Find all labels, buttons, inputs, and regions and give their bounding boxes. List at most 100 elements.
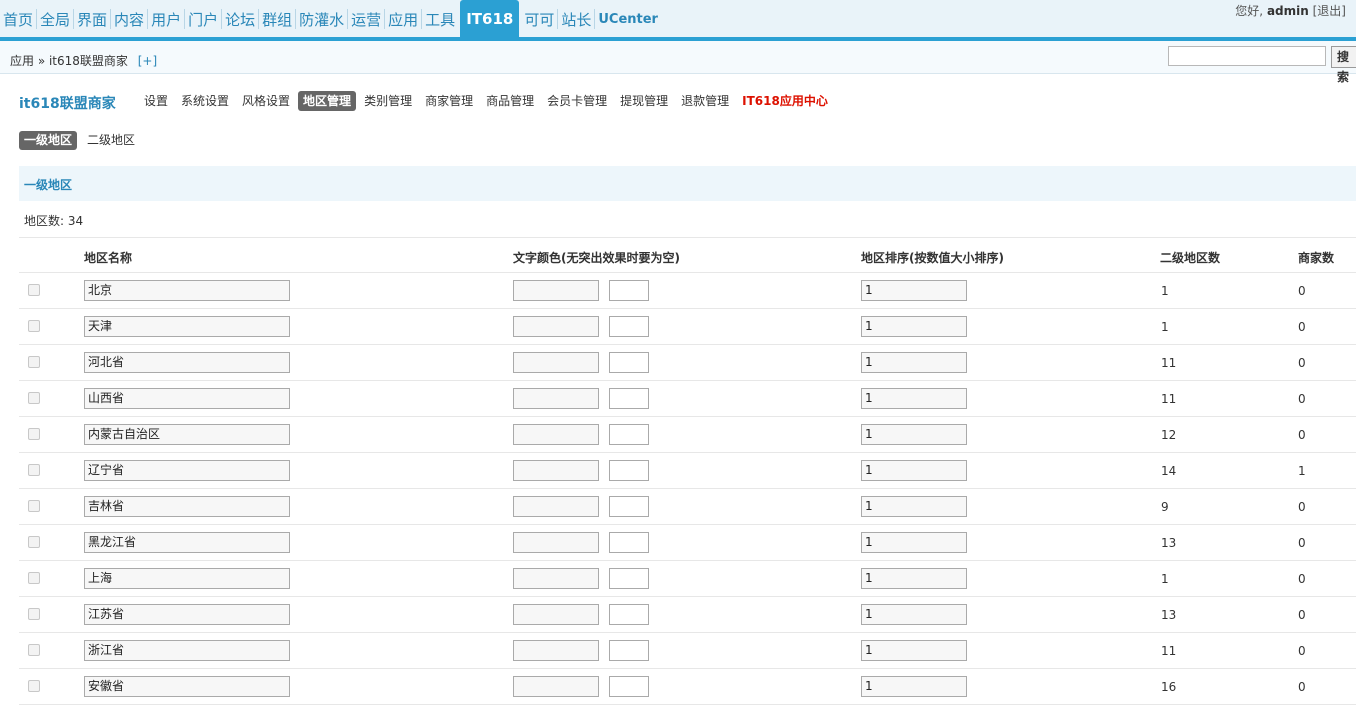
- nav-item[interactable]: 界面: [74, 0, 110, 38]
- row-checkbox[interactable]: [28, 572, 40, 584]
- nav-item[interactable]: 可可: [521, 0, 557, 38]
- text-color-input[interactable]: [513, 388, 599, 409]
- sub-region-count: 1: [1161, 284, 1169, 298]
- row-checkbox[interactable]: [28, 500, 40, 512]
- table-row: 山西省 1 11 0: [19, 381, 1356, 417]
- text-color-input[interactable]: [513, 604, 599, 625]
- color-picker[interactable]: [609, 676, 649, 697]
- plugin-title[interactable]: it618联盟商家: [19, 93, 116, 113]
- color-picker[interactable]: [609, 532, 649, 553]
- plugin-menu-item[interactable]: 退款管理: [676, 91, 734, 111]
- region-name-input[interactable]: 北京: [84, 280, 290, 301]
- nav-item[interactable]: 用户: [148, 0, 184, 38]
- nav-item[interactable]: 工具: [422, 0, 458, 38]
- plugin-menu-item[interactable]: 会员卡管理: [542, 91, 612, 111]
- region-order-input[interactable]: 1: [861, 388, 967, 409]
- region-name-input[interactable]: 河北省: [84, 352, 290, 373]
- nav-item[interactable]: 论坛: [222, 0, 258, 38]
- table-row: 北京 1 1 0: [19, 273, 1356, 309]
- region-name-input[interactable]: 辽宁省: [84, 460, 290, 481]
- color-picker[interactable]: [609, 424, 649, 445]
- nav-item[interactable]: UCenter: [595, 0, 661, 38]
- nav-item[interactable]: 运营: [348, 0, 384, 38]
- region-order-input[interactable]: 1: [861, 424, 967, 445]
- color-picker[interactable]: [609, 352, 649, 373]
- region-order-input[interactable]: 1: [861, 568, 967, 589]
- text-color-input[interactable]: [513, 568, 599, 589]
- text-color-input[interactable]: [513, 640, 599, 661]
- color-picker[interactable]: [609, 568, 649, 589]
- region-name-input[interactable]: 黑龙江省: [84, 532, 290, 553]
- region-order-input[interactable]: 1: [861, 280, 967, 301]
- text-color-input[interactable]: [513, 460, 599, 481]
- row-checkbox[interactable]: [28, 608, 40, 620]
- search-button[interactable]: 搜索: [1331, 46, 1356, 84]
- color-picker[interactable]: [609, 280, 649, 301]
- text-color-input[interactable]: [513, 352, 599, 373]
- row-checkbox[interactable]: [28, 428, 40, 440]
- region-order-input[interactable]: 1: [861, 316, 967, 337]
- region-order-input[interactable]: 1: [861, 496, 967, 517]
- row-checkbox[interactable]: [28, 356, 40, 368]
- logout-link[interactable]: [退出]: [1313, 4, 1346, 18]
- nav-item[interactable]: 首页: [0, 0, 36, 38]
- plugin-menu-item[interactable]: 商品管理: [481, 91, 539, 111]
- row-checkbox[interactable]: [28, 392, 40, 404]
- text-color-input[interactable]: [513, 532, 599, 553]
- subtab[interactable]: 二级地区: [82, 131, 140, 150]
- color-picker[interactable]: [609, 640, 649, 661]
- row-checkbox[interactable]: [28, 320, 40, 332]
- region-name-input[interactable]: 上海: [84, 568, 290, 589]
- nav-item[interactable]: IT618: [460, 0, 520, 38]
- row-checkbox[interactable]: [28, 536, 40, 548]
- color-picker[interactable]: [609, 604, 649, 625]
- plugin-menu-item[interactable]: 系统设置: [176, 91, 234, 111]
- color-picker[interactable]: [609, 388, 649, 409]
- search-input[interactable]: [1168, 46, 1326, 66]
- region-name-input[interactable]: 吉林省: [84, 496, 290, 517]
- plugin-menu-item[interactable]: 设置: [139, 91, 173, 111]
- color-picker[interactable]: [609, 496, 649, 517]
- region-name-input[interactable]: 山西省: [84, 388, 290, 409]
- nav-item[interactable]: 内容: [111, 0, 147, 38]
- add-shortcut-link[interactable]: [+]: [138, 54, 157, 68]
- region-order-input[interactable]: 1: [861, 352, 967, 373]
- row-checkbox[interactable]: [28, 284, 40, 296]
- region-name-input[interactable]: 天津: [84, 316, 290, 337]
- color-picker[interactable]: [609, 460, 649, 481]
- region-order-input[interactable]: 1: [861, 532, 967, 553]
- region-order-input[interactable]: 1: [861, 460, 967, 481]
- region-name-input[interactable]: 浙江省: [84, 640, 290, 661]
- text-color-input[interactable]: [513, 676, 599, 697]
- subtab[interactable]: 一级地区: [19, 131, 78, 150]
- text-color-input[interactable]: [513, 496, 599, 517]
- region-order-input[interactable]: 1: [861, 604, 967, 625]
- plugin-menu-item[interactable]: 提现管理: [615, 91, 673, 111]
- text-color-input[interactable]: [513, 316, 599, 337]
- nav-item[interactable]: 群组: [259, 0, 295, 38]
- region-order-input[interactable]: 1: [861, 676, 967, 697]
- region-name-input[interactable]: 内蒙古自治区: [84, 424, 290, 445]
- row-checkbox[interactable]: [28, 464, 40, 476]
- nav-item[interactable]: 站长: [558, 0, 594, 38]
- table-row: 河北省 1 11 0: [19, 345, 1356, 381]
- text-color-input[interactable]: [513, 280, 599, 301]
- row-checkbox[interactable]: [28, 680, 40, 692]
- text-color-input[interactable]: [513, 424, 599, 445]
- breadcrumb-path[interactable]: 应用 » it618联盟商家: [10, 54, 128, 68]
- header-order: 地区排序(按数值大小排序): [861, 251, 1004, 265]
- nav-item[interactable]: 门户: [185, 0, 221, 38]
- region-name-input[interactable]: 江苏省: [84, 604, 290, 625]
- plugin-menu-item[interactable]: 地区管理: [298, 91, 357, 111]
- nav-item[interactable]: 防灌水: [296, 0, 347, 38]
- nav-item[interactable]: 全局: [37, 0, 73, 38]
- row-checkbox[interactable]: [28, 644, 40, 656]
- region-order-input[interactable]: 1: [861, 640, 967, 661]
- region-name-input[interactable]: 安徽省: [84, 676, 290, 697]
- nav-item[interactable]: 应用: [385, 0, 421, 38]
- plugin-menu-item[interactable]: 类别管理: [359, 91, 417, 111]
- plugin-menu-item[interactable]: IT618应用中心: [737, 91, 833, 111]
- plugin-menu-item[interactable]: 风格设置: [237, 91, 295, 111]
- plugin-menu-item[interactable]: 商家管理: [420, 91, 478, 111]
- color-picker[interactable]: [609, 316, 649, 337]
